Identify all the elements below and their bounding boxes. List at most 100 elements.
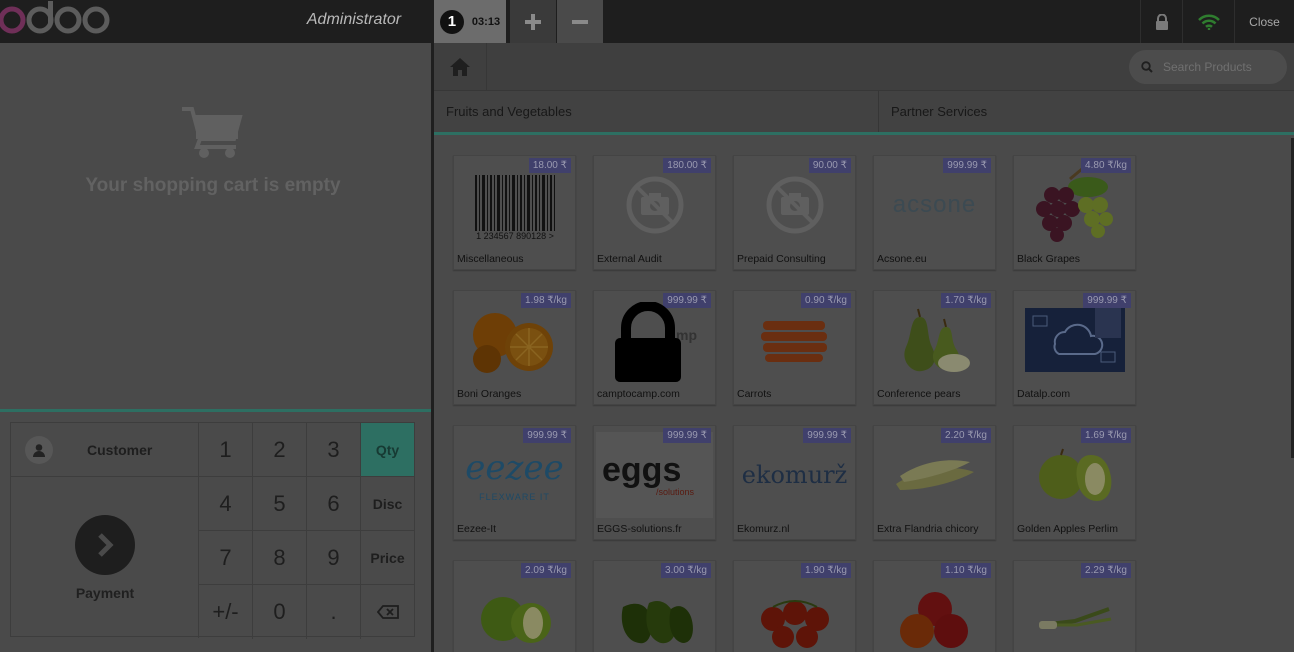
- acsone-logo: acsone: [892, 191, 977, 218]
- numpad-key-6[interactable]: 6: [307, 477, 361, 531]
- product-name: Acsone.eu: [877, 253, 927, 265]
- product-card[interactable]: 4.80 ₹/kg Black Grapes: [1013, 155, 1136, 270]
- product-price: 1.69 ₹/kg: [1081, 428, 1131, 443]
- customer-button[interactable]: Customer: [11, 423, 199, 477]
- product-card[interactable]: 1.90 ₹/kg: [733, 560, 856, 652]
- numpad-key-2[interactable]: 2: [253, 423, 307, 477]
- category-partner-services[interactable]: Partner Services: [879, 91, 1294, 132]
- product-card[interactable]: 2.29 ₹/kg: [1013, 560, 1136, 652]
- search-input[interactable]: [1163, 60, 1283, 74]
- user-icon: [25, 435, 53, 464]
- product-card[interactable]: 1.98 ₹/kg Boni Oranges: [453, 290, 576, 405]
- product-card[interactable]: 1 234567 890128 > 18.00 ₹ Miscellaneous: [453, 155, 576, 270]
- product-card[interactable]: acsone 999.99 ₹ Acsone.eu: [873, 155, 996, 270]
- product-price: 1.98 ₹/kg: [521, 293, 571, 308]
- product-card[interactable]: 2.09 ₹/kg: [453, 560, 576, 652]
- product-card[interactable]: ekomurž 999.99 ₹ Ekomurz.nl: [733, 425, 856, 540]
- oranges-image: [456, 297, 573, 383]
- home-button[interactable]: [434, 43, 487, 91]
- lock-button[interactable]: [1140, 0, 1182, 43]
- product-card[interactable]: 1.69 ₹/kg Golden Apples Perlim: [1013, 425, 1136, 540]
- product-price: 999.99 ₹: [523, 428, 571, 443]
- breadcrumb: [434, 43, 1294, 91]
- plus-icon: [525, 13, 541, 30]
- product-card[interactable]: 90.00 ₹ Prepaid Consulting: [733, 155, 856, 270]
- minus-icon: [572, 19, 588, 24]
- product-name: Conference pears: [877, 388, 961, 400]
- product-name: Datalp.com: [1017, 388, 1071, 400]
- numpad-key-8[interactable]: 8: [253, 531, 307, 585]
- numpad-key-dot[interactable]: .: [307, 585, 361, 639]
- product-card[interactable]: 180.00 ₹ External Audit: [593, 155, 716, 270]
- order-tab[interactable]: 1 03:13: [434, 0, 506, 43]
- no-image-icon: [736, 162, 853, 248]
- numpad-key-4[interactable]: 4: [199, 477, 253, 531]
- ekomurz-logo: ekomurž: [741, 461, 848, 489]
- tomatoes-image: [736, 567, 853, 652]
- product-price: 1.10 ₹/kg: [941, 563, 991, 578]
- mode-price-button[interactable]: Price: [361, 531, 415, 585]
- barcode-image: 1 234567 890128 >: [456, 162, 573, 248]
- product-price: 2.20 ₹/kg: [941, 428, 991, 443]
- product-price: 999.99 ₹: [943, 158, 991, 173]
- order-time: 03:13: [471, 15, 501, 28]
- connection-status[interactable]: [1182, 0, 1234, 43]
- products-pane: Fruits and Vegetables Partner Services: [431, 43, 1294, 652]
- product-card[interactable]: 1.10 ₹/kg: [873, 560, 996, 652]
- cart-area: Your shopping cart is empty: [0, 43, 431, 409]
- empty-cart-message: Your shopping cart is empty: [85, 175, 341, 196]
- product-name: Golden Apples Perlim: [1017, 523, 1118, 535]
- chevron-right-icon: [75, 515, 135, 575]
- payment-button[interactable]: Payment: [11, 477, 199, 638]
- eezee-logo: eezee FLEXWARE IT: [465, 448, 564, 502]
- order-number-badge: 1: [439, 9, 464, 34]
- product-card[interactable]: eggs /solutions 999.99 ₹ EGGS-solutions.…: [593, 425, 716, 540]
- category-bar: Fruits and Vegetables Partner Services: [434, 91, 1294, 135]
- odoo-logo: [0, 1, 112, 36]
- add-order-button[interactable]: [510, 0, 556, 43]
- eggs-logo: eggs /solutions: [596, 432, 713, 518]
- product-price: 1.90 ₹/kg: [801, 563, 851, 578]
- numpad-key-7[interactable]: 7: [199, 531, 253, 585]
- leek-image: [1016, 567, 1133, 652]
- backspace-button[interactable]: [361, 585, 415, 639]
- cashier-name[interactable]: Administrator: [300, 0, 408, 43]
- red-apples-image: [876, 567, 993, 652]
- product-name: camptocamp.com: [597, 388, 680, 400]
- product-card[interactable]: 3.00 ₹/kg: [593, 560, 716, 652]
- apples-image: [1016, 432, 1133, 518]
- numpad-key-plus-minus[interactable]: +/-: [199, 585, 253, 639]
- product-name: Ekomurz.nl: [737, 523, 790, 535]
- product-card[interactable]: 999.99 ₹ Datalp.com: [1013, 290, 1136, 405]
- numpad-key-3[interactable]: 3: [307, 423, 361, 477]
- product-price: 4.80 ₹/kg: [1081, 158, 1131, 173]
- product-price: 999.99 ₹: [663, 428, 711, 443]
- product-name: Extra Flandria chicory: [877, 523, 979, 535]
- pears-image: [876, 297, 993, 383]
- product-name: Boni Oranges: [457, 388, 522, 400]
- numpad: Customer Payment 1 2 3 Qty 4 5 6 Disc 7 …: [10, 422, 415, 639]
- wifi-icon: [1197, 14, 1220, 30]
- remove-order-button[interactable]: [557, 0, 603, 43]
- numpad-key-0[interactable]: 0: [253, 585, 307, 639]
- mode-qty-button[interactable]: Qty: [361, 423, 415, 477]
- product-card[interactable]: eezee FLEXWARE IT 999.99 ₹ Eezee-It: [453, 425, 576, 540]
- grapes-image: [1016, 162, 1133, 248]
- product-card[interactable]: 0.90 ₹/kg Carrots: [733, 290, 856, 405]
- product-grid: 1 234567 890128 > 18.00 ₹ Miscellaneous …: [434, 138, 1291, 652]
- numpad-key-1[interactable]: 1: [199, 423, 253, 477]
- lock-icon: [615, 302, 681, 382]
- close-button[interactable]: Close: [1234, 0, 1294, 43]
- product-card[interactable]: 1.70 ₹/kg Conference pears: [873, 290, 996, 405]
- numpad-key-9[interactable]: 9: [307, 531, 361, 585]
- product-price: 90.00 ₹: [808, 158, 851, 173]
- product-price: 999.99 ₹: [1083, 293, 1131, 308]
- numpad-key-5[interactable]: 5: [253, 477, 307, 531]
- product-name: Carrots: [737, 388, 772, 400]
- product-name: Miscellaneous: [457, 253, 524, 265]
- category-fruits-and-vegetables[interactable]: Fruits and Vegetables: [434, 91, 879, 132]
- product-card[interactable]: 2.20 ₹/kg Extra Flandria chicory: [873, 425, 996, 540]
- divider: [0, 409, 431, 412]
- mode-disc-button[interactable]: Disc: [361, 477, 415, 531]
- product-price: 3.00 ₹/kg: [661, 563, 711, 578]
